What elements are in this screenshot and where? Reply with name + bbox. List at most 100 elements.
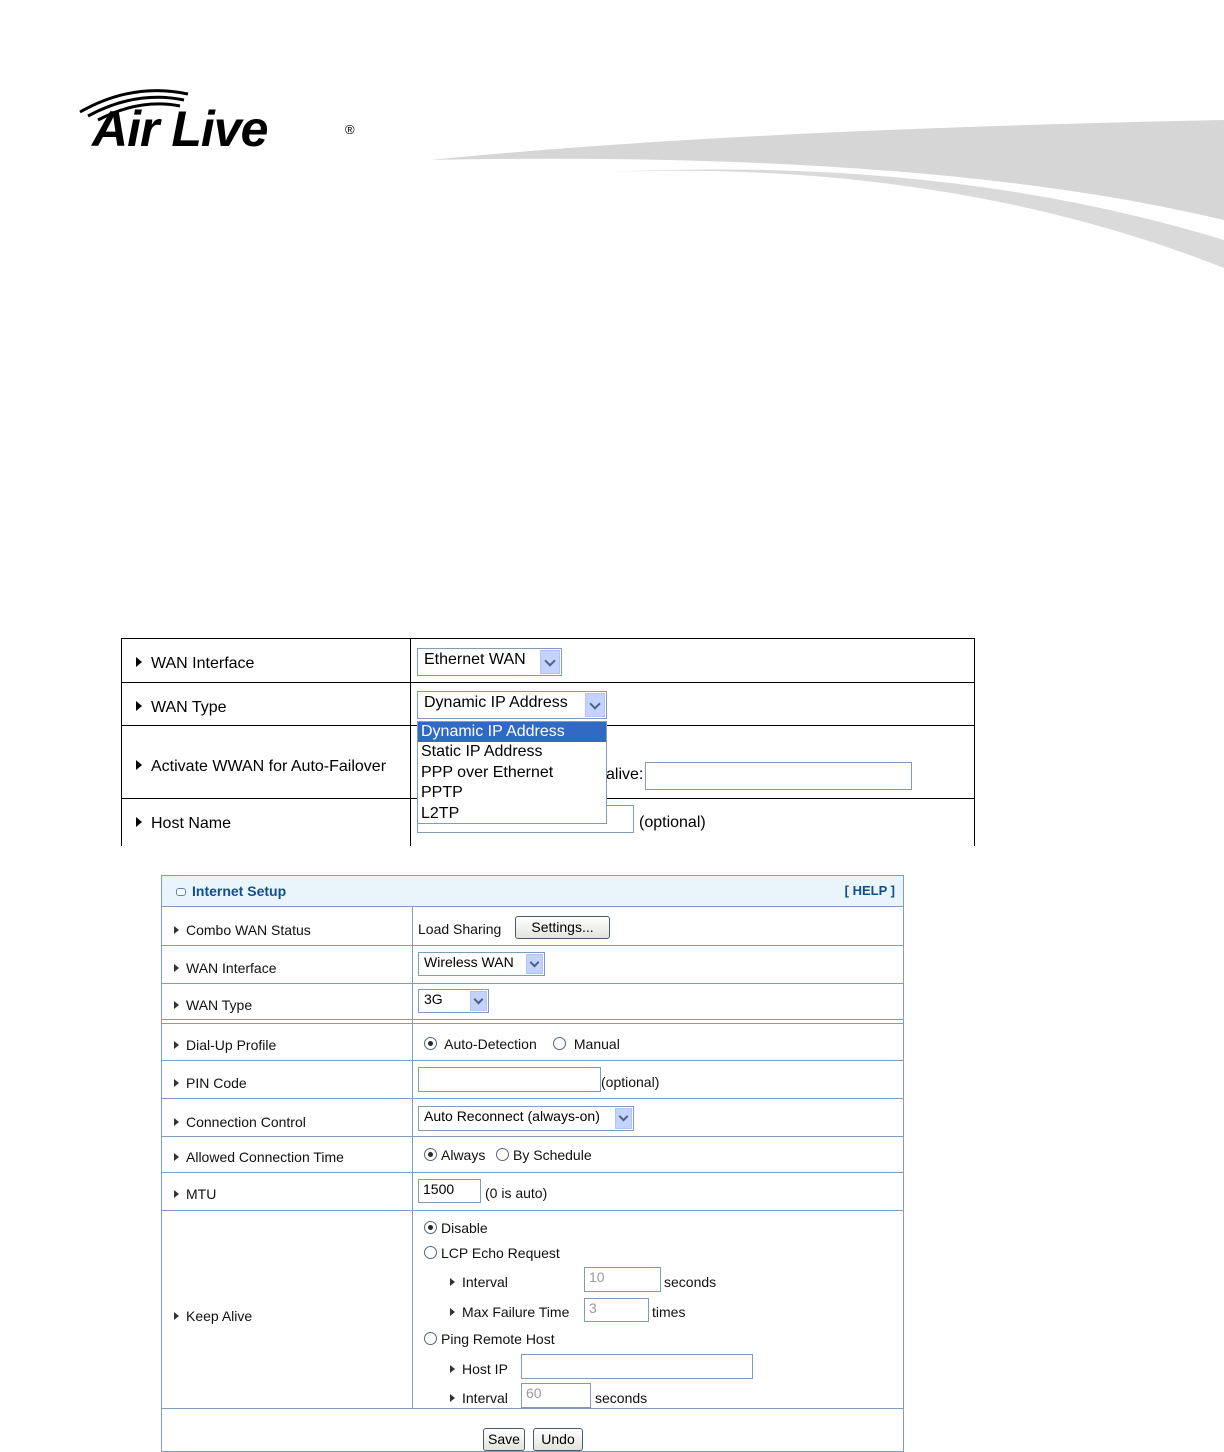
max-failure-value: 3: [589, 1300, 597, 1316]
keepalive-disable-radio[interactable]: Disable: [424, 1220, 488, 1236]
row-divider: [162, 945, 903, 946]
option-static-ip[interactable]: Static IP Address: [418, 742, 606, 762]
pin-code-input[interactable]: [418, 1067, 601, 1092]
row-divider: [162, 1098, 903, 1099]
host-ip-label-text: Host IP: [462, 1361, 508, 1377]
arrow-right-icon: [174, 1312, 179, 1320]
option-dynamic-ip[interactable]: Dynamic IP Address: [418, 722, 606, 743]
keepalive-lcp-radio[interactable]: LCP Echo Request: [424, 1245, 560, 1261]
row-divider: [162, 1023, 903, 1024]
save-button[interactable]: Save: [483, 1428, 525, 1451]
arrow-right-icon: [136, 760, 142, 770]
ping-interval-input[interactable]: 60: [521, 1383, 591, 1408]
keepalive-lcp-label: LCP Echo Request: [441, 1245, 560, 1261]
mtu-hint: (0 is auto): [485, 1185, 548, 1201]
connection-control-label-text: Connection Control: [186, 1114, 306, 1130]
wan-interface-label: WAN Interface: [174, 960, 277, 976]
chevron-down-icon: [470, 991, 487, 1011]
dialup-profile-label-text: Dial-Up Profile: [186, 1037, 277, 1053]
dialup-auto-detection-radio[interactable]: Auto-Detection: [424, 1036, 537, 1052]
help-link[interactable]: [ HELP ]: [845, 883, 895, 898]
lcp-interval-input[interactable]: 10: [584, 1267, 661, 1292]
dialup-auto-detection-label: Auto-Detection: [444, 1036, 537, 1052]
header-swoosh-icon: [430, 120, 1224, 268]
arrow-right-icon: [136, 657, 142, 667]
keep-alive-input[interactable]: [645, 762, 912, 790]
lcp-interval-value: 10: [589, 1269, 605, 1285]
wan-interface-select[interactable]: Ethernet WAN: [417, 648, 562, 676]
arrow-right-icon: [136, 817, 142, 827]
mtu-label-text: MTU: [186, 1186, 217, 1202]
wan-type-label-text: WAN Type: [151, 699, 227, 716]
connection-control-value: Auto Reconnect (always-on): [424, 1108, 600, 1124]
wan-type-select-2[interactable]: 3G: [418, 989, 489, 1013]
wan-type-select-value: Dynamic IP Address: [424, 694, 568, 711]
ping-interval-label-text: Interval: [462, 1390, 508, 1406]
allowed-always-radio[interactable]: Always: [424, 1147, 485, 1163]
column-divider: [410, 726, 411, 798]
row-divider: [162, 983, 903, 984]
dialup-manual-radio[interactable]: Manual: [553, 1036, 620, 1052]
wan-type-select[interactable]: Dynamic IP Address: [417, 691, 607, 719]
arrow-right-icon: [174, 1118, 179, 1126]
host-ip-label: Host IP: [450, 1361, 508, 1377]
panel-bullet-icon: [176, 888, 186, 896]
lcp-interval-label: Interval: [450, 1274, 508, 1290]
keep-alive-partial-label: alive:: [606, 766, 644, 783]
row-divider: [162, 1172, 903, 1173]
wan-type-label-text: WAN Type: [186, 997, 253, 1013]
wan-type-dropdown-list: Dynamic IP Address Static IP Address PPP…: [417, 721, 607, 824]
mtu-label: MTU: [174, 1186, 216, 1202]
combo-wan-status-label-text: Combo WAN Status: [186, 922, 311, 938]
combo-wan-status-label: Combo WAN Status: [174, 922, 311, 938]
wan-interface-select-2[interactable]: Wireless WAN: [418, 952, 545, 976]
option-pptp[interactable]: PPTP: [418, 783, 606, 803]
host-name-optional: (optional): [639, 814, 706, 831]
wan-type-value: 3G: [424, 991, 443, 1007]
settings-button[interactable]: Settings...: [515, 916, 610, 939]
row-divider: [162, 1060, 903, 1061]
keep-alive-label-text: Keep Alive: [186, 1308, 253, 1324]
arrow-right-icon: [174, 1190, 179, 1198]
chevron-down-icon: [585, 693, 605, 717]
allowed-always-label: Always: [441, 1147, 486, 1163]
allowed-time-label: Allowed Connection Time: [174, 1149, 344, 1165]
auto-failover-label: Activate WWAN for Auto-Failover: [136, 758, 386, 776]
connection-control-select[interactable]: Auto Reconnect (always-on): [418, 1106, 634, 1131]
radio-unselected-icon: [424, 1332, 437, 1345]
chevron-down-icon: [615, 1108, 632, 1129]
keepalive-disable-label: Disable: [441, 1220, 488, 1236]
radio-unselected-icon: [496, 1148, 509, 1161]
host-ip-input[interactable]: [521, 1354, 753, 1379]
ping-interval-unit: seconds: [595, 1390, 648, 1406]
max-failure-label: Max Failure Time: [450, 1304, 569, 1320]
pin-code-optional: (optional): [601, 1074, 660, 1090]
airlive-logo: Air Live: [92, 101, 268, 157]
max-failure-input[interactable]: 3: [584, 1298, 649, 1322]
registered-mark: ®: [345, 122, 355, 137]
connection-control-label: Connection Control: [174, 1114, 306, 1130]
wan-interface-label-text: WAN Interface: [186, 960, 277, 976]
undo-button[interactable]: Undo: [533, 1428, 583, 1451]
arrow-right-icon: [450, 1278, 455, 1286]
keepalive-ping-radio[interactable]: Ping Remote Host: [424, 1331, 555, 1347]
column-divider: [410, 639, 411, 682]
wan-type-label: WAN Type: [174, 997, 252, 1013]
pin-code-label-text: PIN Code: [186, 1075, 247, 1091]
ping-interval-value: 60: [526, 1385, 542, 1401]
ping-interval-label: Interval: [450, 1390, 508, 1406]
auto-failover-label-text: Activate WWAN for Auto-Failover: [151, 758, 387, 775]
keep-alive-label: Keep Alive: [174, 1308, 252, 1324]
panel-header: Internet Setup [ HELP ]: [162, 876, 903, 907]
wan-interface-select-value: Ethernet WAN: [424, 651, 526, 668]
option-l2tp[interactable]: L2TP: [418, 804, 606, 824]
wan-type-label: WAN Type: [136, 699, 227, 717]
arrow-right-icon: [174, 1153, 179, 1161]
allowed-schedule-radio[interactable]: By Schedule: [496, 1147, 592, 1163]
mtu-input[interactable]: 1500: [418, 1179, 481, 1203]
arrow-right-icon: [450, 1308, 455, 1316]
option-pppoe[interactable]: PPP over Ethernet: [418, 763, 606, 783]
panel-title: Internet Setup: [192, 883, 287, 899]
wan-interface-value: Wireless WAN: [424, 954, 514, 970]
arrow-right-icon: [174, 926, 179, 934]
